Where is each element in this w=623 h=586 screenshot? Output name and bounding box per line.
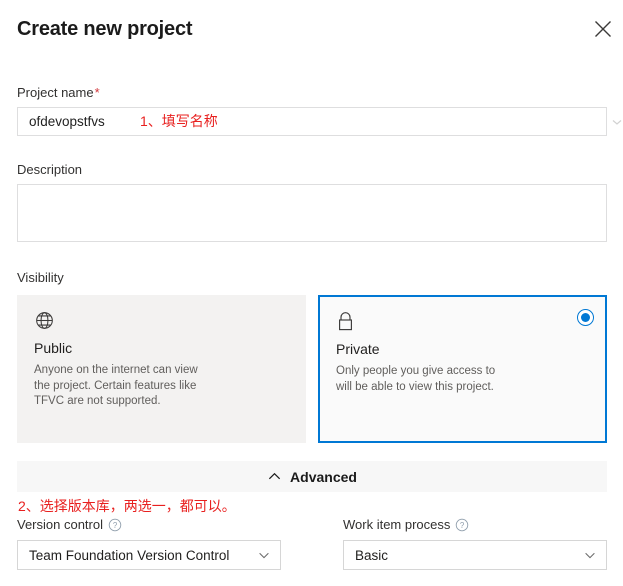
visibility-section: Visibility Public Anyone on the internet…: [17, 270, 607, 443]
work-item-process-value: Basic: [355, 547, 389, 563]
lock-icon: [339, 312, 352, 331]
advanced-section-toggle[interactable]: Advanced: [17, 461, 607, 492]
radio-selected-dot: [581, 313, 590, 322]
chevron-down-icon: [259, 552, 269, 559]
chevron-down-icon: [612, 120, 622, 125]
page-scroll-chevron-down[interactable]: [611, 115, 623, 127]
work-item-process-select[interactable]: Basic: [343, 540, 607, 570]
description-textarea[interactable]: [17, 184, 607, 242]
version-control-label: Version control: [17, 516, 103, 532]
globe-icon-wrap: [34, 310, 291, 334]
version-control-field: Version control ? Team Foundation Versio…: [17, 516, 281, 570]
visibility-option-public[interactable]: Public Anyone on the internet can view t…: [17, 295, 306, 443]
chevron-down-icon: [585, 552, 595, 559]
version-control-value: Team Foundation Version Control: [29, 547, 230, 563]
visibility-option-private[interactable]: Private Only people you give access to w…: [318, 295, 607, 443]
globe-icon: [36, 312, 53, 329]
chevron-up-icon: [268, 472, 281, 480]
dialog-header: Create new project: [0, 0, 623, 62]
visibility-options: Public Anyone on the internet can view t…: [17, 295, 607, 443]
project-name-input[interactable]: [17, 107, 607, 136]
visibility-label: Visibility: [17, 270, 64, 285]
work-item-process-label: Work item process: [343, 516, 451, 532]
visibility-private-radio[interactable]: [577, 309, 594, 326]
visibility-option-private-title: Private: [336, 341, 380, 357]
required-indicator: *: [94, 85, 100, 100]
svg-text:?: ?: [460, 520, 465, 529]
work-item-process-field: Work item process ? Basic: [343, 516, 607, 570]
annotation-note-2: 2、选择版本库，两选一，都可以。: [18, 498, 236, 514]
project-name-label: Project name*: [17, 85, 607, 101]
help-circle-icon[interactable]: ?: [455, 518, 469, 532]
lock-icon-wrap: [336, 311, 591, 335]
page-title: Create new project: [17, 18, 193, 40]
version-control-select[interactable]: Team Foundation Version Control: [17, 540, 281, 570]
svg-text:?: ?: [113, 520, 118, 529]
visibility-option-public-title: Public: [34, 340, 73, 356]
project-name-label-text: Project name: [17, 85, 94, 100]
advanced-label: Advanced: [290, 468, 357, 485]
work-item-process-label-row: Work item process ?: [343, 516, 607, 533]
description-label: Description: [17, 162, 83, 177]
version-control-label-row: Version control ?: [17, 516, 281, 533]
visibility-option-private-description: Only people you give access to will be a…: [336, 365, 496, 393]
close-icon: [595, 21, 611, 37]
help-circle-icon[interactable]: ?: [108, 518, 122, 532]
project-name-field: Project name*: [17, 85, 607, 136]
close-button[interactable]: [592, 18, 614, 40]
description-field: Description: [17, 162, 607, 247]
visibility-option-public-description: Anyone on the internet can view the proj…: [34, 364, 198, 407]
